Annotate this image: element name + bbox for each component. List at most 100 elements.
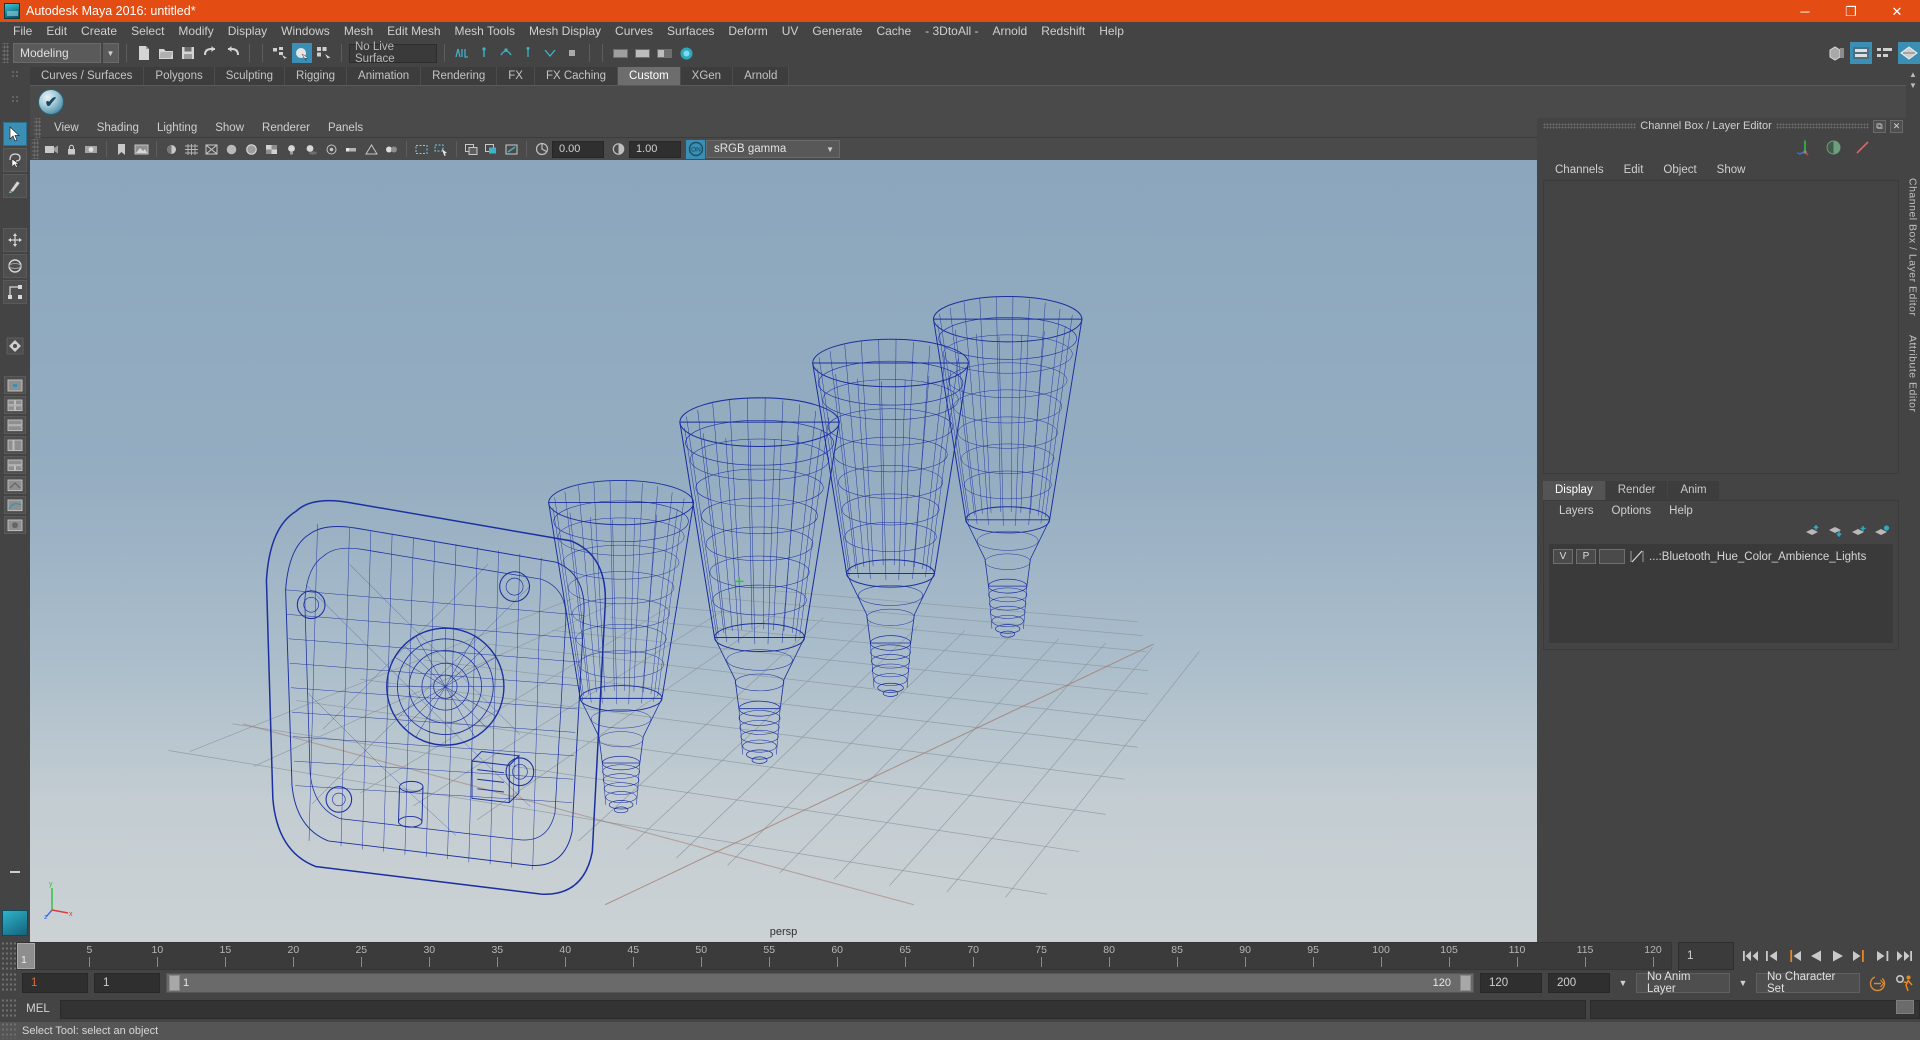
range-end-handle[interactable] xyxy=(1460,975,1471,991)
layer-menu-help[interactable]: Help xyxy=(1660,505,1702,517)
smooth-shade-all-icon[interactable] xyxy=(222,140,241,159)
motion-blur-icon[interactable] xyxy=(342,140,361,159)
channel-box-menu-edit[interactable]: Edit xyxy=(1614,164,1654,176)
xray-joints-icon[interactable] xyxy=(482,140,501,159)
menu-help[interactable]: Help xyxy=(1092,22,1131,40)
play-backwards-icon[interactable] xyxy=(1806,945,1826,967)
playback-start-field[interactable]: 1 xyxy=(94,973,160,993)
layer-shading-toggle[interactable] xyxy=(1599,549,1625,564)
menu-redshift[interactable]: Redshift xyxy=(1034,22,1092,40)
go-to-start-icon[interactable] xyxy=(1740,945,1760,967)
image-plane-icon[interactable] xyxy=(132,140,151,159)
tab-render[interactable]: Render xyxy=(1605,481,1668,500)
move-layer-down-icon[interactable] xyxy=(1828,525,1844,537)
panel-drag-dots-left[interactable] xyxy=(1543,123,1637,129)
anim-start-field[interactable]: 1 xyxy=(22,973,88,993)
select-by-object-icon[interactable] xyxy=(292,43,312,63)
select-camera-icon[interactable] xyxy=(42,140,61,159)
shelf-tab-fx[interactable]: FX xyxy=(497,67,535,85)
select-tool[interactable] xyxy=(3,122,27,146)
gamma-field[interactable]: 1.00 xyxy=(629,140,681,158)
select-by-hierarchy-icon[interactable] xyxy=(270,43,290,63)
new-scene-icon[interactable] xyxy=(134,43,154,63)
xray-active-components-icon[interactable] xyxy=(502,140,521,159)
last-tool-used-icon[interactable] xyxy=(3,334,27,358)
shelf-scroll-strip[interactable]: ▲ ▼ xyxy=(1906,66,1920,118)
viewport-menu-view[interactable]: View xyxy=(45,118,88,138)
snap-curve-icon[interactable] xyxy=(474,43,494,63)
step-forward-key-icon[interactable] xyxy=(1850,945,1870,967)
hypergraph-layout-icon[interactable] xyxy=(4,456,26,474)
show-hide-attribute-editor-icon[interactable] xyxy=(1850,42,1872,64)
lock-camera-icon[interactable] xyxy=(62,140,81,159)
grid-toggle-icon[interactable] xyxy=(182,140,201,159)
two-sided-lighting-icon[interactable] xyxy=(162,140,181,159)
shelf-tab-custom[interactable]: Custom xyxy=(618,67,681,85)
restore-panel-icon[interactable]: ⧉ xyxy=(1873,119,1886,133)
chevron-down-icon[interactable]: ▼ xyxy=(1616,973,1630,993)
rotate-tool[interactable] xyxy=(3,254,27,278)
shelf-tab-arnold[interactable]: Arnold xyxy=(733,67,790,85)
step-back-frame-icon[interactable] xyxy=(1762,945,1782,967)
status-bar-gripper[interactable] xyxy=(0,1023,16,1039)
go-to-end-icon[interactable] xyxy=(1894,945,1914,967)
two-pane-stacked-icon[interactable] xyxy=(4,416,26,434)
panel-drag-dots-right[interactable] xyxy=(1775,123,1869,129)
chevron-down-icon[interactable]: ▼ xyxy=(1736,973,1750,993)
move-tool[interactable] xyxy=(3,228,27,252)
menu-file[interactable]: File xyxy=(6,22,39,40)
menu-generate[interactable]: Generate xyxy=(805,22,869,40)
layer-menu-options[interactable]: Options xyxy=(1603,505,1661,517)
exposure-icon[interactable] xyxy=(532,140,551,159)
show-hide-modeling-toolkit-icon[interactable] xyxy=(1826,42,1848,64)
save-scene-icon[interactable] xyxy=(178,43,198,63)
paint-select-tool[interactable] xyxy=(3,174,27,198)
range-slider-gripper[interactable] xyxy=(0,973,16,993)
single-perspective-view-icon[interactable] xyxy=(4,376,26,394)
shaded-wireframe-icon[interactable] xyxy=(242,140,261,159)
anim-end-field[interactable]: 200 xyxy=(1548,973,1610,993)
shelf-tab-animation[interactable]: Animation xyxy=(347,67,422,85)
shelf-tab-sculpting[interactable]: Sculpting xyxy=(214,67,286,85)
dock-tab-channel-box[interactable]: Channel Box / Layer Editor xyxy=(1907,178,1919,317)
shelf-body-gripper[interactable] xyxy=(10,95,20,104)
depth-of-field-icon[interactable] xyxy=(382,140,401,159)
shelf-tab-fx-caching[interactable]: FX Caching xyxy=(534,67,619,85)
menu-surfaces[interactable]: Surfaces xyxy=(660,22,721,40)
layer-editor-icon[interactable] xyxy=(1825,139,1842,156)
textured-icon[interactable] xyxy=(262,140,281,159)
animation-preferences-icon[interactable] xyxy=(1894,972,1916,994)
step-back-key-icon[interactable] xyxy=(1784,945,1804,967)
layer-menu-layers[interactable]: Layers xyxy=(1550,505,1603,517)
menu-edit-mesh[interactable]: Edit Mesh xyxy=(380,22,447,40)
play-forwards-icon[interactable] xyxy=(1828,945,1848,967)
menu-uv[interactable]: UV xyxy=(775,22,806,40)
shelf-tab-curves-surfaces[interactable]: Curves / Surfaces xyxy=(30,67,145,85)
camera-attributes-icon[interactable] xyxy=(82,140,101,159)
command-language-label[interactable]: MEL xyxy=(16,1003,60,1015)
xray-icon[interactable] xyxy=(462,140,481,159)
shelf-tab-rigging[interactable]: Rigging xyxy=(285,67,348,85)
menu-modify[interactable]: Modify xyxy=(171,22,220,40)
command-input[interactable] xyxy=(60,999,1586,1019)
perspective-viewport[interactable]: y z x persp xyxy=(30,160,1537,942)
color-management-icon[interactable]: ON xyxy=(686,139,705,159)
create-layer-from-selected-icon[interactable] xyxy=(1874,525,1890,537)
viewport-toolbar-gripper[interactable] xyxy=(32,139,39,159)
anim-layer-selector[interactable]: No Anim Layer xyxy=(1636,971,1730,995)
time-slider-gripper[interactable] xyxy=(0,942,16,970)
snap-point-icon[interactable] xyxy=(496,43,516,63)
hypershade-icon[interactable] xyxy=(676,43,696,63)
render-view-icon[interactable] xyxy=(610,43,630,63)
range-slider[interactable]: 1 120 xyxy=(166,973,1474,993)
viewport-menu-show[interactable]: Show xyxy=(206,118,253,138)
persp-graph-editor-icon[interactable] xyxy=(4,496,26,514)
chevron-down-icon[interactable]: ▼ xyxy=(103,43,119,63)
character-set-selector[interactable]: No Character Set xyxy=(1756,971,1860,995)
shelf-tab-gripper[interactable] xyxy=(10,70,20,79)
close-panel-icon[interactable]: ✕ xyxy=(1890,119,1903,133)
menu-deform[interactable]: Deform xyxy=(721,22,774,40)
menu-curves[interactable]: Curves xyxy=(608,22,660,40)
menu-mesh-tools[interactable]: Mesh Tools xyxy=(448,22,522,40)
close-button[interactable]: ✕ xyxy=(1874,0,1920,22)
